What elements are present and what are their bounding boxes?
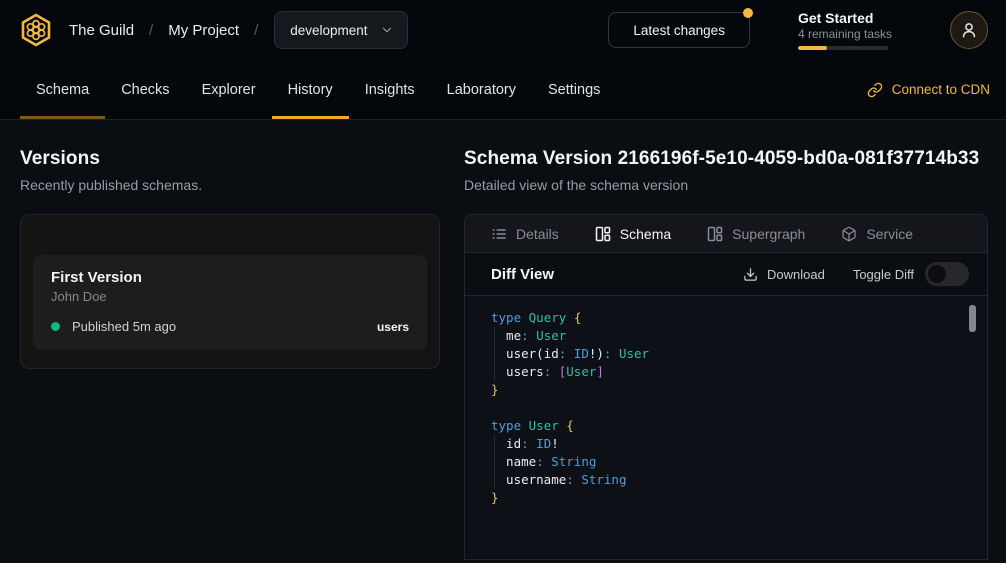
user-avatar-button[interactable] <box>950 11 988 49</box>
tab-details-label: Details <box>516 226 559 242</box>
link-icon <box>867 82 883 98</box>
toggle-diff-label: Toggle Diff <box>853 267 914 282</box>
code-line: type Query { <box>491 309 967 327</box>
diff-view-header: Diff View Download Toggle Diff <box>465 253 987 296</box>
code-line <box>491 399 967 417</box>
version-status-text: Published 5m ago <box>72 319 176 334</box>
code-line: id: ID! <box>491 435 967 453</box>
schema-version-title: Schema Version 2166196f-5e10-4059-bd0a-0… <box>464 148 1006 170</box>
panels-icon <box>707 226 723 242</box>
breadcrumb-org[interactable]: The Guild <box>69 22 134 39</box>
schema-version-detail: Schema Version 2166196f-5e10-4059-bd0a-0… <box>464 120 1006 563</box>
published-status-dot <box>51 322 60 331</box>
nav-tab-history[interactable]: History <box>272 60 349 119</box>
breadcrumb-separator: / <box>149 22 153 39</box>
list-icon <box>491 226 507 242</box>
versions-panel: Versions Recently published schemas. Fir… <box>0 120 464 563</box>
tab-supergraph-label: Supergraph <box>732 226 805 242</box>
breadcrumb-project[interactable]: My Project <box>168 22 239 39</box>
tab-service-label: Service <box>866 226 913 242</box>
connect-to-cdn-label: Connect to CDN <box>892 82 990 97</box>
version-status-row: Published 5m ago users <box>51 319 409 334</box>
tab-details[interactable]: Details <box>491 226 559 242</box>
get-started-title: Get Started <box>798 10 892 26</box>
download-icon <box>743 267 758 282</box>
diff-actions: Download Toggle Diff <box>743 262 969 286</box>
version-author: John Doe <box>51 289 409 304</box>
nav-tab-settings[interactable]: Settings <box>532 60 616 119</box>
tab-service[interactable]: Service <box>841 226 913 242</box>
code-line: me: User <box>491 327 967 345</box>
switch-knob <box>928 265 946 283</box>
version-service-badge: users <box>377 320 409 334</box>
code-line: type User { <box>491 417 967 435</box>
main-content: Versions Recently published schemas. Fir… <box>0 120 1006 563</box>
get-started-progress-fill <box>798 46 827 50</box>
schema-code[interactable]: type Query { me: User user(id: ID!): Use… <box>465 296 987 559</box>
panels-icon <box>595 226 611 242</box>
tab-schema-label: Schema <box>620 226 671 242</box>
nav-tab-schema[interactable]: Schema <box>20 60 105 119</box>
chevron-down-icon <box>380 23 394 37</box>
get-started-progressbar <box>798 46 888 50</box>
notification-dot <box>743 8 753 18</box>
nav-tab-checks[interactable]: Checks <box>105 60 185 119</box>
get-started-subtitle: 4 remaining tasks <box>798 27 892 41</box>
diff-view-title: Diff View <box>491 266 554 283</box>
code-line: username: String <box>491 471 967 489</box>
hive-logo-icon[interactable] <box>18 12 54 48</box>
toggle-diff-switch[interactable] <box>925 262 969 286</box>
box-icon <box>841 226 857 242</box>
version-name: First Version <box>51 269 409 286</box>
get-started-widget[interactable]: Get Started 4 remaining tasks <box>798 10 892 50</box>
latest-changes-button[interactable]: Latest changes <box>608 12 750 48</box>
code-line: users: [User] <box>491 363 967 381</box>
tab-supergraph[interactable]: Supergraph <box>707 226 805 242</box>
breadcrumb-separator: / <box>254 22 258 39</box>
tab-schema[interactable]: Schema <box>595 226 671 242</box>
detail-tabs: Details Schema <box>465 215 987 253</box>
app-root: The Guild / My Project / development Lat… <box>0 0 1006 563</box>
header-actions: Latest changes Get Started 4 remaining t… <box>608 10 988 50</box>
code-line: user(id: ID!): User <box>491 345 967 363</box>
nav-tab-insights[interactable]: Insights <box>349 60 431 119</box>
connect-to-cdn-link[interactable]: Connect to CDN <box>867 82 990 98</box>
latest-changes-label: Latest changes <box>633 23 725 38</box>
code-line: name: String <box>491 453 967 471</box>
target-dropdown-value: development <box>290 23 367 38</box>
target-dropdown[interactable]: development <box>274 11 407 49</box>
versions-list-card: First Version John Doe Published 5m ago … <box>20 214 440 369</box>
versions-subtitle: Recently published schemas. <box>20 177 440 193</box>
version-list-item[interactable]: First Version John Doe Published 5m ago … <box>33 255 427 350</box>
code-line: } <box>491 381 967 399</box>
top-header: The Guild / My Project / development Lat… <box>0 0 1006 60</box>
main-nav: Schema Checks Explorer History Insights … <box>0 60 1006 120</box>
scrollbar-thumb[interactable] <box>969 305 976 332</box>
breadcrumb: The Guild / My Project / development <box>18 11 408 49</box>
nav-tab-explorer[interactable]: Explorer <box>186 60 272 119</box>
toggle-diff-group: Toggle Diff <box>853 262 969 286</box>
schema-version-panel: Details Schema <box>464 214 988 560</box>
download-button[interactable]: Download <box>743 267 825 282</box>
schema-version-subtitle: Detailed view of the schema version <box>464 177 1006 193</box>
download-label: Download <box>767 267 825 282</box>
code-line: } <box>491 489 967 507</box>
nav-tab-laboratory[interactable]: Laboratory <box>431 60 532 119</box>
versions-title: Versions <box>20 148 440 170</box>
person-icon <box>960 21 978 39</box>
